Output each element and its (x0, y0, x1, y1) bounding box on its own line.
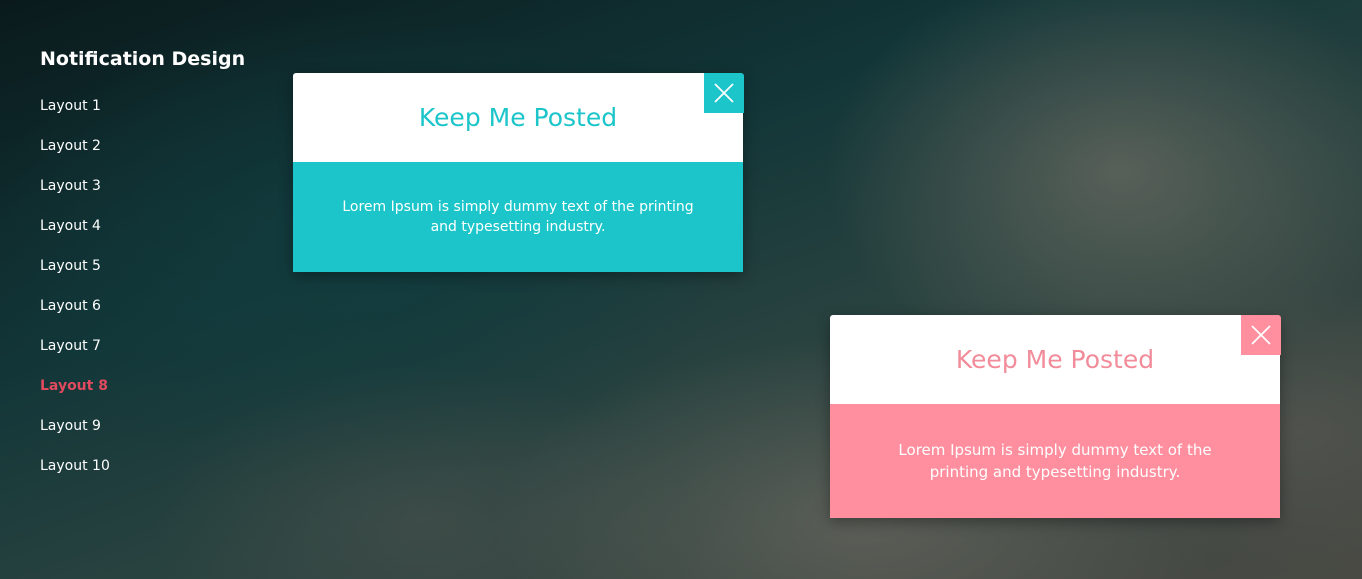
notification-card-pink: Keep Me Posted Lorem Ipsum is simply dum… (830, 315, 1281, 518)
sidebar-title: Notification Design (40, 48, 246, 70)
nav-item-layout-3[interactable]: Layout 3 (40, 172, 280, 212)
layout-nav: Layout 1 Layout 2 Layout 3 Layout 4 Layo… (40, 92, 280, 492)
nav-item-layout-9[interactable]: Layout 9 (40, 412, 280, 452)
nav-item-layout-4[interactable]: Layout 4 (40, 212, 280, 252)
close-button[interactable] (704, 73, 744, 113)
notification-title: Keep Me Posted (955, 345, 1155, 374)
nav-item-layout-6[interactable]: Layout 6 (40, 292, 280, 332)
notification-message: Lorem Ipsum is simply dummy text of the … (293, 162, 743, 272)
notification-card-teal: Keep Me Posted Lorem Ipsum is simply dum… (293, 73, 744, 272)
nav-item-layout-1[interactable]: Layout 1 (40, 92, 280, 132)
nav-item-layout-2[interactable]: Layout 2 (40, 132, 280, 172)
sidebar: Notification Design Layout 1 Layout 2 La… (40, 46, 280, 492)
close-button[interactable] (1241, 315, 1281, 355)
nav-item-layout-5[interactable]: Layout 5 (40, 252, 280, 292)
nav-item-layout-7[interactable]: Layout 7 (40, 332, 280, 372)
notification-title: Keep Me Posted (418, 103, 618, 132)
nav-item-layout-8[interactable]: Layout 8 (40, 372, 280, 412)
notification-message: Lorem Ipsum is simply dummy text of the … (830, 404, 1280, 518)
close-icon (1251, 325, 1271, 345)
nav-item-layout-10[interactable]: Layout 10 (40, 452, 280, 492)
close-icon (714, 83, 734, 103)
